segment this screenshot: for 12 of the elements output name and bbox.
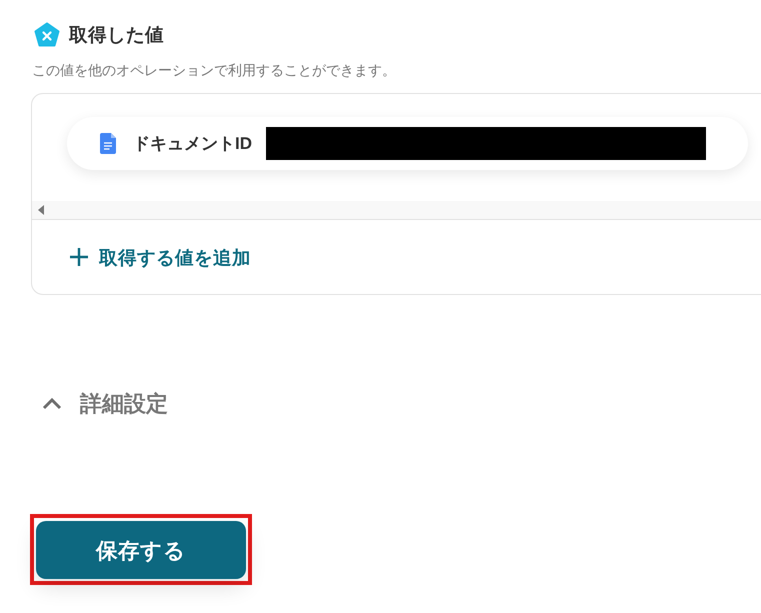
save-button[interactable]: 保存する bbox=[36, 521, 246, 579]
plus-icon bbox=[70, 248, 88, 266]
value-chip[interactable]: ドキュメントID bbox=[67, 117, 748, 170]
section-title: 取得した値 bbox=[69, 23, 164, 47]
add-value-button[interactable]: 取得する値を追加 bbox=[70, 244, 251, 270]
value-label: ドキュメントID bbox=[133, 133, 252, 155]
advanced-settings-toggle[interactable]: 詳細設定 bbox=[42, 389, 168, 419]
section-description: この値を他のオペレーションで利用することができます。 bbox=[32, 61, 397, 79]
scrollbar[interactable] bbox=[32, 201, 761, 219]
document-icon bbox=[100, 133, 116, 154]
scroll-left-icon[interactable] bbox=[38, 205, 44, 215]
pentagon-x-icon bbox=[34, 22, 60, 48]
